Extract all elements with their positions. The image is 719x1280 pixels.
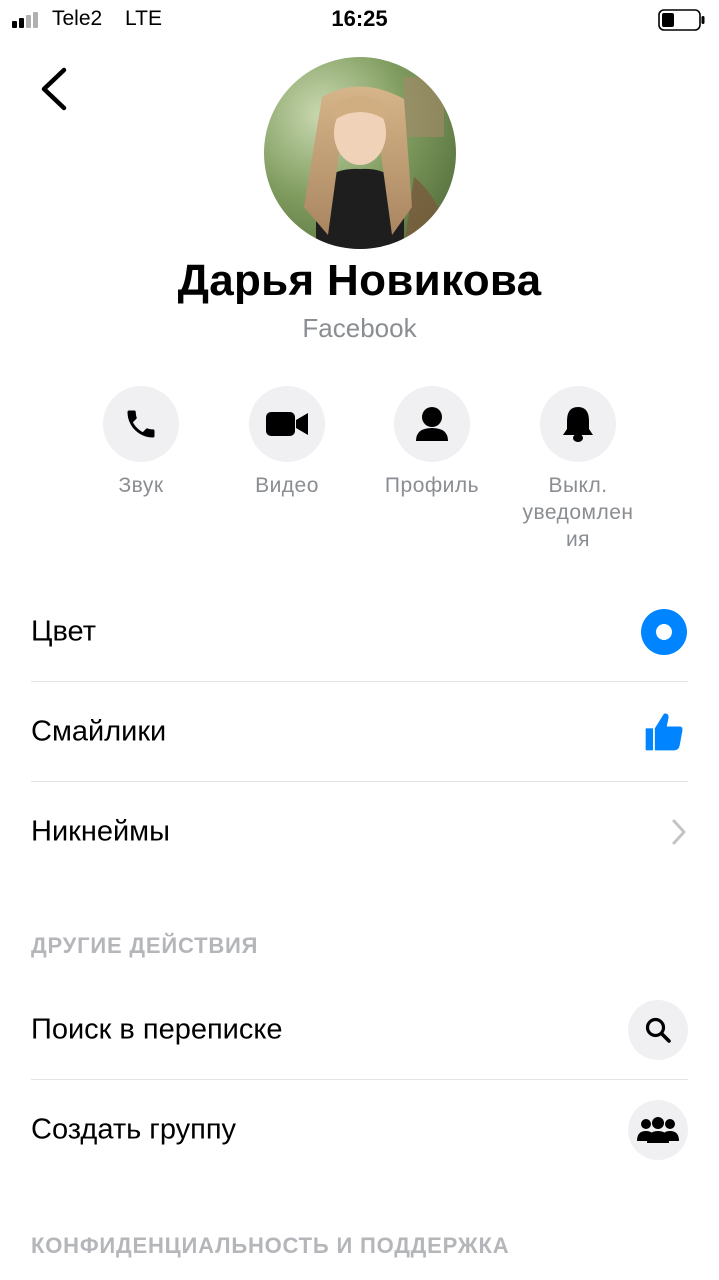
profile-button[interactable]: Профиль: [357, 386, 507, 499]
video-call-circle[interactable]: [249, 386, 325, 462]
thumbs-up-icon: [645, 713, 683, 751]
audio-call-circle[interactable]: [103, 386, 179, 462]
contact-name: Дарья Новикова: [177, 256, 542, 305]
color-dot-icon: [641, 609, 687, 655]
nicknames-row[interactable]: Никнеймы: [31, 782, 688, 882]
contact-source: Facebook: [302, 313, 417, 343]
emoji-row[interactable]: Смайлики: [31, 682, 688, 782]
mute-notifications-circle[interactable]: [540, 386, 616, 462]
privacy-support-heading: КОНФИДЕНЦИАЛЬНОСТЬ И ПОДДЕРЖКА: [31, 1233, 510, 1258]
mute-notifications-button[interactable]: Выкл. уведомлен ия: [503, 386, 653, 553]
create-group-row[interactable]: Создать группу: [31, 1080, 688, 1180]
avatar: [264, 57, 456, 249]
create-group-button[interactable]: [628, 1100, 688, 1160]
clock: 16:25: [331, 6, 388, 31]
battery-icon: [658, 9, 705, 31]
search-conversation-label: Поиск в переписке: [31, 1013, 283, 1046]
group-icon: [637, 1117, 679, 1143]
search-conversation-row[interactable]: Поиск в переписке: [31, 980, 688, 1080]
create-group-label: Создать группу: [31, 1113, 237, 1146]
profile-label: Профиль: [384, 474, 480, 497]
bell-icon: [563, 407, 593, 442]
color-row[interactable]: Цвет: [31, 582, 688, 682]
person-icon: [416, 407, 448, 441]
search-icon: [645, 1017, 671, 1043]
audio-call-button[interactable]: Звук: [66, 386, 216, 499]
emoji-label: Смайлики: [31, 715, 167, 748]
color-label: Цвет: [31, 615, 96, 648]
chevron-right-icon: [672, 819, 686, 845]
mute-notifications-label: Выкл. уведомлен ия: [522, 474, 634, 551]
video-call-button[interactable]: Видео: [212, 386, 362, 499]
profile-circle[interactable]: [394, 386, 470, 462]
back-arrow-icon[interactable]: [36, 64, 76, 114]
status-bar: Tele2 LTE 16:25: [0, 0, 719, 40]
video-camera-icon: [266, 412, 308, 436]
other-actions-heading: ДРУГИЕ ДЕЙСТВИЯ: [31, 933, 259, 958]
audio-call-label: Звук: [118, 474, 164, 497]
phone-icon: [127, 410, 155, 438]
search-conversation-button[interactable]: [628, 1000, 688, 1060]
video-call-label: Видео: [255, 474, 319, 497]
nicknames-label: Никнеймы: [31, 815, 170, 848]
